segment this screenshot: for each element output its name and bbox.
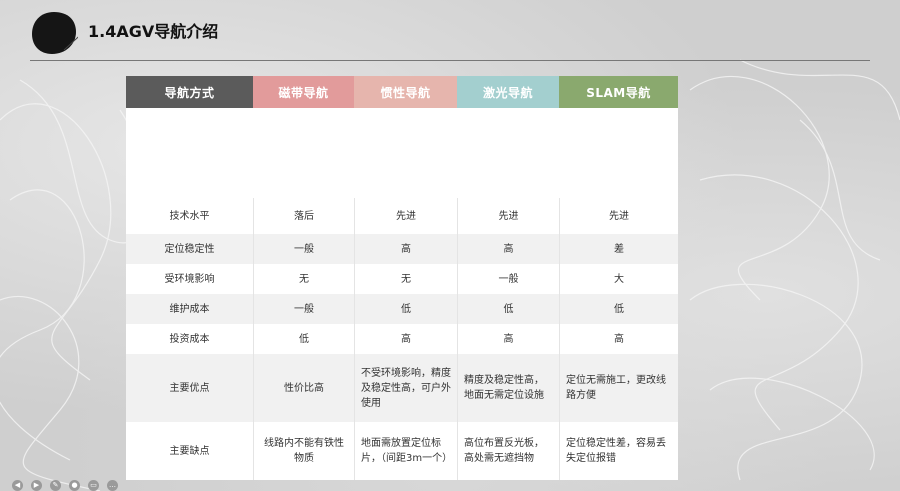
table-cell: 不受环境影响，精度及稳定性高，可户外使用 (354, 354, 457, 422)
table-cell: 性价比高 (253, 354, 354, 422)
table-header-row: 导航方式 磁带导航 惯性导航 激光导航 SLAM导航 (126, 76, 678, 108)
table-cell: 差 (559, 234, 678, 264)
table-cell: 无 (354, 264, 457, 294)
table-cell: 地面需放置定位标片，（间距3m一个） (354, 422, 457, 480)
table-cell: 高 (457, 324, 559, 354)
table-cell: 先进 (457, 198, 559, 234)
table-cell: 大 (559, 264, 678, 294)
table-row: 主要优点 性价比高 不受环境影响，精度及稳定性高，可户外使用 精度及稳定性高，地… (126, 354, 678, 422)
table-cell: 落后 (253, 198, 354, 234)
row-label: 技术水平 (169, 210, 210, 222)
table-row: 受环境影响 无 无 一般 大 (126, 264, 678, 294)
header-inertial: 惯性导航 (354, 76, 457, 108)
table-cell: 高 (457, 234, 559, 264)
navigation-comparison-table: 导航方式 磁带导航 惯性导航 激光导航 SLAM导航 技术水平 落后 先进 先进… (126, 76, 678, 480)
table-cell: 精度及稳定性高，地面无需定位设施 (457, 354, 559, 422)
table-cell: 一般 (457, 264, 559, 294)
table-cell: 一般 (253, 294, 354, 324)
pointer-icon[interactable]: ● (69, 480, 80, 491)
table-cell: 线路内不能有铁性物质 (253, 422, 354, 480)
table-row: 维护成本 一般 低 低 低 (126, 294, 678, 324)
table-cell: 先进 (559, 198, 678, 234)
slide-title: 1.4AGV导航介绍 (88, 22, 219, 41)
table-cell: 低 (457, 294, 559, 324)
screen-icon[interactable]: ▭ (88, 480, 99, 491)
table-row: 定位稳定性 一般 高 高 差 (126, 234, 678, 264)
table-blank-area (126, 108, 678, 198)
header-laser: 激光导航 (457, 76, 559, 108)
row-label: 主要优点 (169, 382, 210, 394)
table-cell: 高 (559, 324, 678, 354)
title-divider (30, 60, 870, 61)
table-row: 技术水平 落后 先进 先进 先进 (126, 198, 678, 234)
title-blob-icon (32, 12, 78, 54)
pen-icon[interactable]: ✎ (50, 480, 61, 491)
table-cell: 高 (354, 234, 457, 264)
header-magnetic-tape: 磁带导航 (253, 76, 354, 108)
next-icon[interactable]: ▶ (31, 480, 42, 491)
table-row: 主要缺点 线路内不能有铁性物质 地面需放置定位标片，（间距3m一个） 高位布置反… (126, 422, 678, 480)
table-cell: 低 (253, 324, 354, 354)
table-cell: 定位无需施工，更改线路方便 (559, 354, 678, 422)
table-cell: 高 (354, 324, 457, 354)
table-cell: 无 (253, 264, 354, 294)
table-cell: 一般 (253, 234, 354, 264)
table-cell: 先进 (354, 198, 457, 234)
presentation-toolbar: ◀ ▶ ✎ ● ▭ … (12, 480, 118, 491)
row-label: 维护成本 (169, 303, 210, 315)
prev-icon[interactable]: ◀ (12, 480, 23, 491)
table-cell: 低 (559, 294, 678, 324)
row-label: 定位稳定性 (164, 243, 215, 255)
table-cell: 定位稳定性差，容易丢失定位报错 (559, 422, 678, 480)
more-icon[interactable]: … (107, 480, 118, 491)
row-label: 主要缺点 (169, 445, 210, 457)
table-row: 投资成本 低 高 高 高 (126, 324, 678, 354)
row-label: 投资成本 (169, 333, 210, 345)
row-label: 受环境影响 (164, 273, 215, 285)
table-cell: 高位布置反光板，高处需无遮挡物 (457, 422, 559, 480)
header-slam: SLAM导航 (559, 76, 678, 108)
header-navigation-method: 导航方式 (126, 76, 253, 108)
table-cell: 低 (354, 294, 457, 324)
